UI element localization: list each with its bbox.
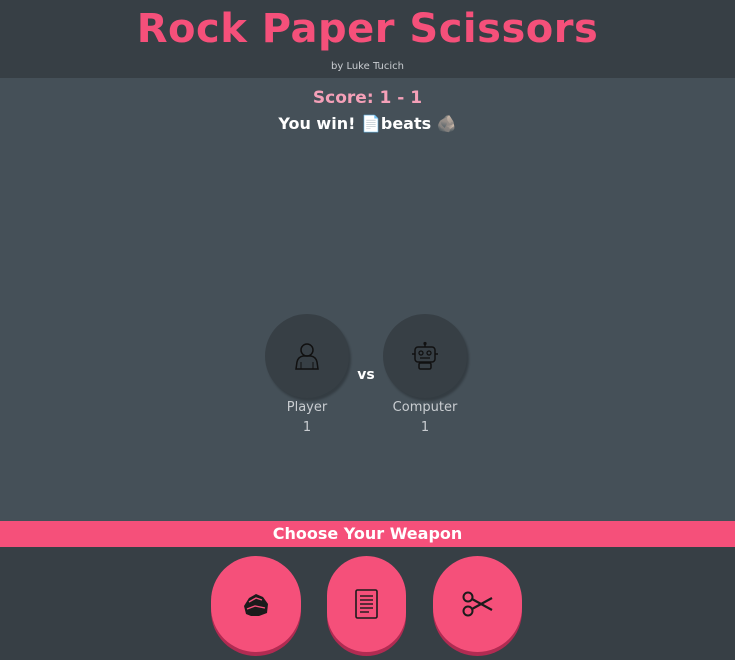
player-label: Player bbox=[286, 400, 328, 415]
robot-icon bbox=[412, 341, 438, 370]
paper-button[interactable] bbox=[327, 556, 406, 652]
round-result: You win! 📄beats 🪨 bbox=[278, 114, 457, 133]
person-icon bbox=[295, 343, 319, 370]
rock-button[interactable] bbox=[211, 556, 301, 652]
computer-label: Computer bbox=[392, 400, 458, 415]
scissors-button[interactable] bbox=[433, 556, 522, 652]
page-title: Rock Paper Scissors bbox=[136, 6, 599, 52]
header: Rock Paper Scissors by Luke Tucich bbox=[0, 0, 735, 78]
rock-icon bbox=[244, 594, 268, 616]
paper-icon bbox=[355, 589, 378, 619]
player-avatar bbox=[265, 314, 349, 398]
computer-avatar bbox=[383, 314, 467, 398]
versus-label: vs bbox=[357, 367, 375, 383]
player-score: 1 bbox=[302, 420, 312, 435]
score-display: Score: 1 - 1 bbox=[312, 88, 423, 108]
scissors-icon bbox=[462, 591, 493, 617]
author-byline: by Luke Tucich bbox=[331, 61, 404, 72]
choose-weapon-heading: Choose Your Weapon bbox=[0, 521, 735, 547]
computer-score: 1 bbox=[420, 420, 430, 435]
